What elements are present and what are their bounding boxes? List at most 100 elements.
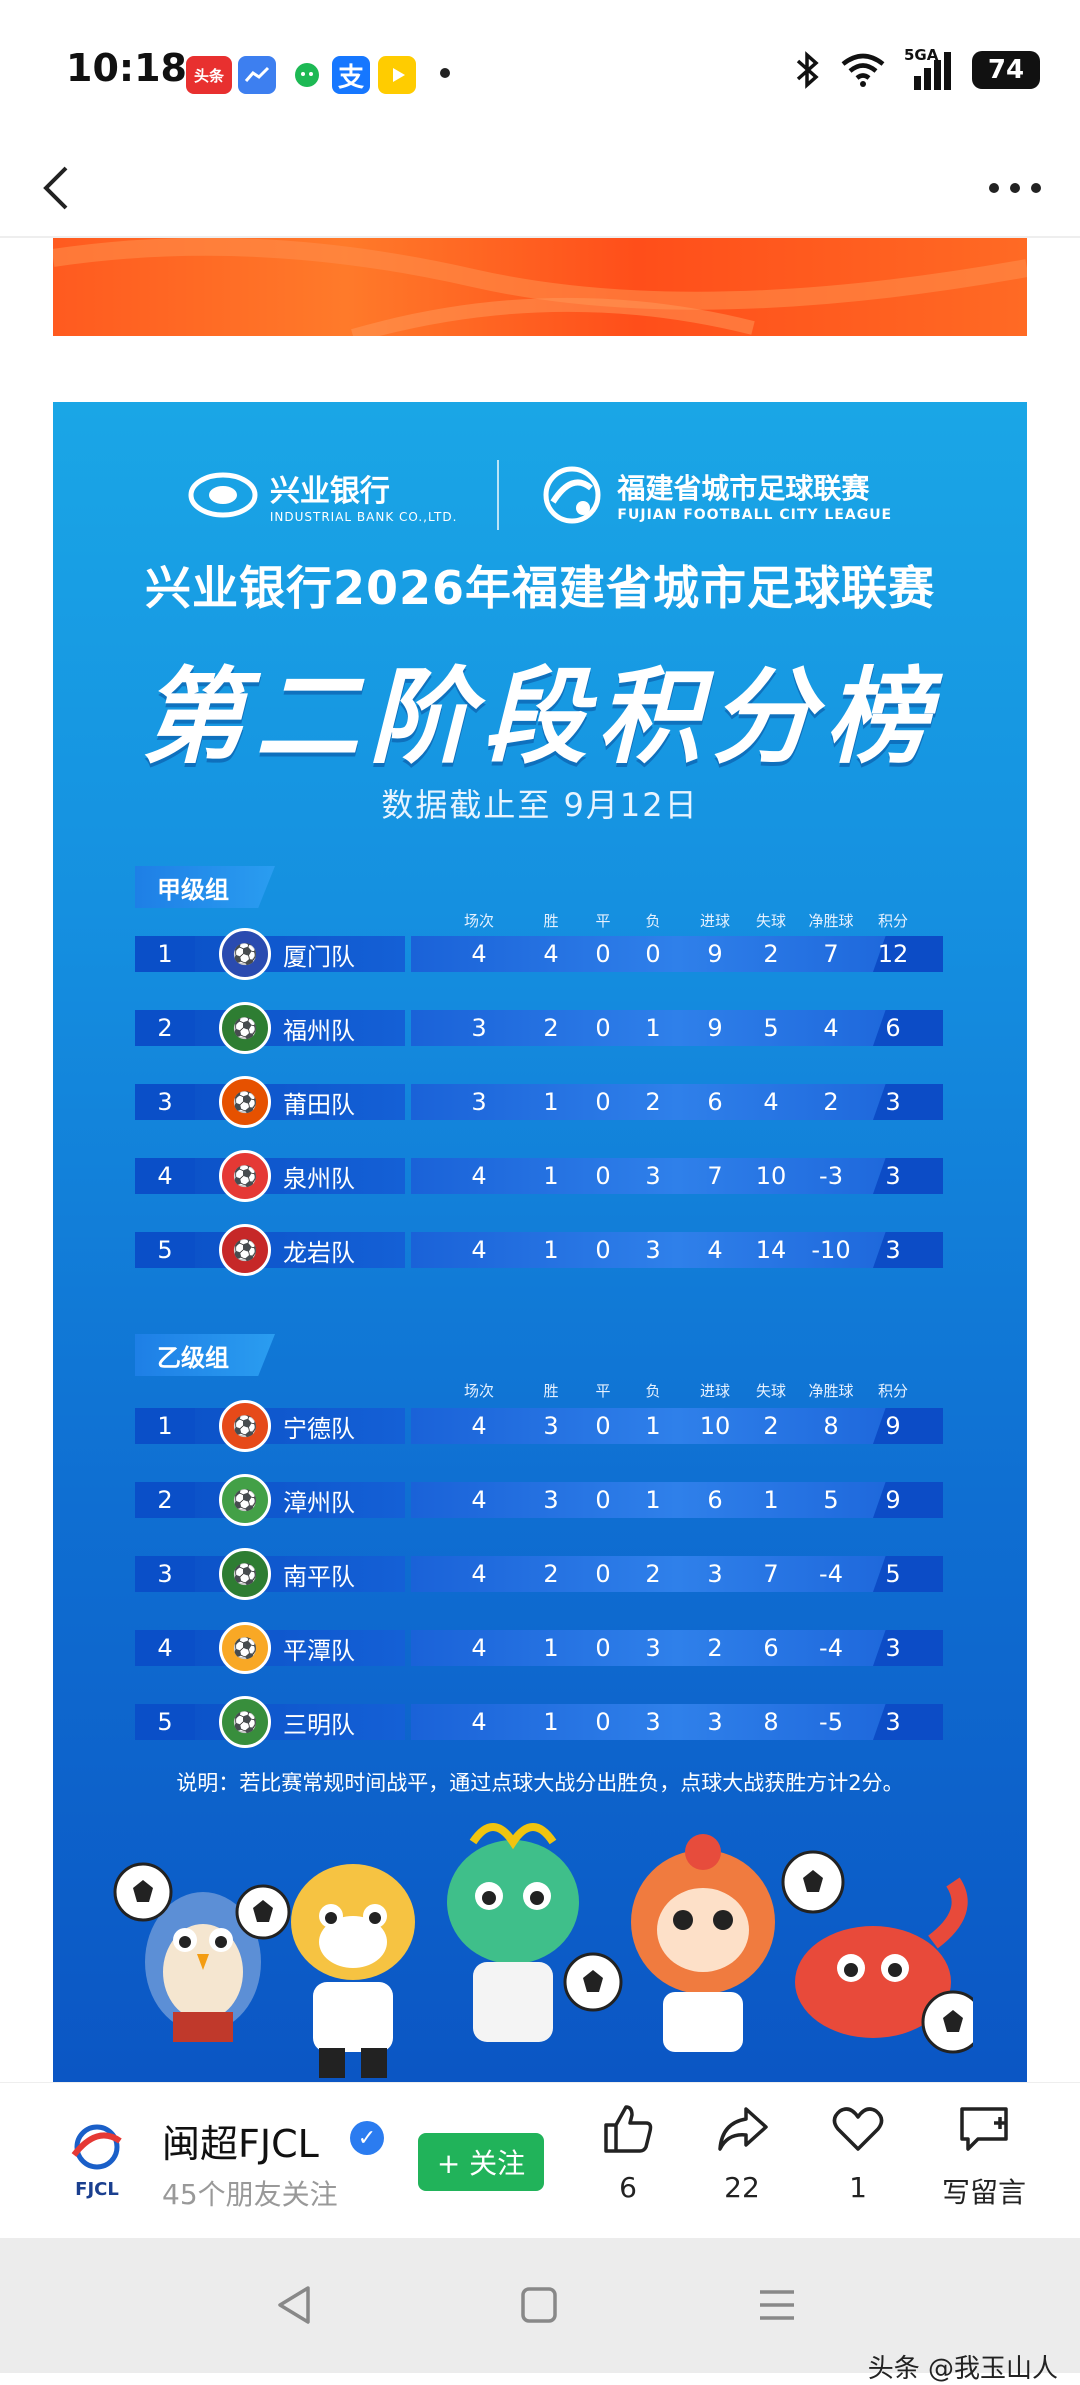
team-name: 龙岩队 [283,1238,355,1267]
logo-divider [497,460,500,530]
stat-gd: 2 [823,1088,839,1116]
share-button[interactable]: 22 [692,2101,792,2204]
sponsor-sub: INDUSTRIAL BANK CO.,LTD. [269,510,458,524]
toutiao-notification-icon: 头条 [186,56,232,94]
column-header: 净胜球 [808,912,854,930]
stat-lost: 2 [645,1560,661,1588]
tiebreak-footnote: 说明：若比赛常规时间战平，通过点球大战分出胜负，点球大战获胜方计2分。 [176,1771,904,1795]
stat-pts: 9 [885,1412,901,1440]
team-crest-icon: ⚽ [219,1400,271,1452]
account-avatar[interactable]: FJCL [62,2119,132,2201]
team-name: 福州队 [283,1016,355,1045]
stat-ga: 1 [763,1486,779,1514]
table-row: 4 ⚽ 平潭队 4 1 0 3 2 6 -4 3 [135,1622,943,1674]
stat-lost: 3 [645,1162,661,1190]
more-notifications-dot-icon [440,68,450,78]
team-name: 宁德队 [283,1414,355,1443]
stat-played: 4 [471,1162,487,1190]
table-row: 5 ⚽ 三明队 4 1 0 3 3 8 -5 3 [135,1696,943,1748]
stat-pts: 3 [885,1634,901,1662]
team-crest-icon: ⚽ [219,1696,271,1748]
stat-pts: 3 [885,1708,901,1736]
table-row: 1 ⚽ 厦门队 4 4 0 0 9 2 7 12 [135,928,943,980]
stat-pts: 6 [885,1014,901,1042]
system-nav-bar: 头条 @我玉山人 [0,2238,1080,2384]
stat-gf: 7 [707,1162,723,1190]
column-header: 场次 [463,912,494,930]
team-rank: 4 [135,1158,195,1194]
nav-home-icon[interactable] [514,2280,564,2330]
stat-ga: 7 [763,1560,779,1588]
more-options-button[interactable] [980,158,1050,218]
team-name: 厦门队 [283,942,355,971]
team-rank: 3 [135,1084,195,1120]
heart-icon [832,2107,884,2151]
follow-button[interactable]: + 关注 [418,2133,544,2191]
stat-pts: 9 [885,1486,901,1514]
stat-gd: -5 [819,1708,843,1736]
industrial-bank-emblem-icon [188,472,258,518]
stat-ga: 10 [755,1162,787,1190]
stat-won: 1 [543,1708,559,1736]
stat-gd: -4 [819,1560,843,1588]
lion-mascot [631,1834,775,2052]
team-name: 漳州队 [283,1488,355,1517]
article-action-bar: FJCL 闽超FJCL ✓ 45个朋友关注 + 关注 6 22 1 写留言 [0,2082,1080,2238]
team-rank: 1 [135,1408,195,1444]
like-button[interactable]: 6 [578,2101,678,2204]
stat-gd: 8 [823,1412,839,1440]
stat-gd: 7 [823,940,839,968]
status-bar: 10:18 头条 支 5GA 74 [0,0,1080,140]
column-header: 积分 [877,1382,908,1400]
video-app-notification-icon [378,56,416,94]
alipay-notification-icon: 支 [332,56,370,94]
column-header: 净胜球 [808,1382,854,1400]
comment-button[interactable]: 写留言 [924,2101,1044,2211]
stat-gf: 9 [707,1014,723,1042]
nav-menu-icon[interactable] [752,2280,802,2330]
tiger-mascot [291,1864,415,2078]
table-row: 5 ⚽ 龙岩队 4 1 0 3 4 14 -10 3 [135,1224,943,1276]
stat-lost: 3 [645,1708,661,1736]
stat-ga: 2 [763,940,779,968]
back-button[interactable] [30,158,90,218]
wifi-icon [841,53,885,87]
mascots-illustration [113,1823,973,2078]
team-rank: 2 [135,1482,195,1518]
team-name: 平潭队 [283,1636,355,1665]
stat-won: 3 [543,1412,559,1440]
team-rank: 3 [135,1556,195,1592]
league-title: 兴业银行2026年福建省城市足球联赛 [144,561,936,615]
stat-won: 1 [543,1088,559,1116]
stat-ga: 4 [763,1088,779,1116]
stat-gf: 6 [707,1486,723,1514]
team-name: 莆田队 [283,1090,355,1119]
stat-gd: 4 [823,1014,839,1042]
banner-wave-decoration [53,238,1027,336]
stat-ga: 8 [763,1708,779,1736]
stat-lost: 1 [645,1486,661,1514]
stat-lost: 1 [645,1014,661,1042]
stat-gf: 2 [707,1634,723,1662]
column-header: 负 [645,912,661,930]
favorite-count: 1 [849,2171,867,2204]
league-emblem-icon [543,466,601,524]
nav-back-icon[interactable] [270,2280,320,2330]
stat-won: 2 [543,1014,559,1042]
team-crest-icon: ⚽ [219,1622,271,1674]
favorite-button[interactable]: 1 [808,2101,908,2204]
stock-app-notification-icon [238,56,276,94]
stat-gf: 9 [707,940,723,968]
sponsor-logos: 兴业银行 INDUSTRIAL BANK CO.,LTD. 福建省城市足球联赛 … [53,460,1027,530]
sponsor-name: 兴业银行 [269,474,390,509]
table-row: 3 ⚽ 莆田队 3 1 0 2 6 4 2 3 [135,1076,943,1128]
stat-pts: 12 [877,940,909,968]
previous-image-banner [53,238,1027,336]
team-crest-icon: ⚽ [219,1002,271,1054]
article-nav-bar [0,140,1080,238]
account-name[interactable]: 闽超FJCL [162,2113,319,2168]
stat-gf: 3 [707,1560,723,1588]
team-rank: 5 [135,1232,195,1268]
stat-pts: 3 [885,1088,901,1116]
comment-add-icon [960,2107,1008,2151]
